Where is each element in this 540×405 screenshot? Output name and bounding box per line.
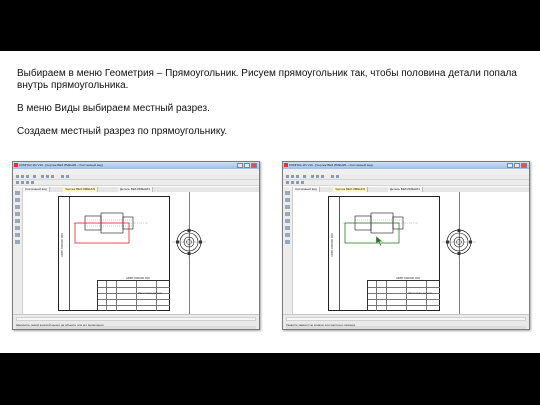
drawing-sheet: АБВГ.000000.000 АБВГ.000000.000 Заготовк… [328,196,440,311]
status-bar: Укажите замкнутую кривую для местного ра… [283,314,529,329]
minimize-icon[interactable] [237,163,243,168]
notation-tool-icon[interactable] [15,205,20,209]
instruction-paragraph-2: В меню Виды выбираем местный разрез. [17,103,210,114]
redo-icon[interactable] [336,175,339,178]
maximize-icon[interactable] [244,163,250,168]
edit-tool-icon[interactable] [285,212,290,216]
maximize-icon[interactable] [514,163,520,168]
undo-icon[interactable] [61,175,64,178]
window-title: КОМПАС-3D V10 - [Чертеж БЕЗ ИМЕНИ1 ->Сис… [289,163,373,167]
geometry-tool-icon[interactable] [285,191,290,195]
drawing-workspace[interactable]: АБВГ.000000.000 АБВГ.000000.000 Заготовк… [23,192,259,314]
instruction-paragraph-3: Создаем местный разрез по прямоугольнику… [17,126,228,137]
part-side-view [172,225,206,259]
sheet-margin-column: АБВГ.000000.000 [59,197,70,310]
taskbar [286,326,526,329]
drawing-code-label: АБВГ.000000.000 [396,276,420,280]
arrow-cursor-icon [375,235,383,247]
print-icon[interactable] [303,175,306,178]
paste-icon[interactable] [321,175,324,178]
views-tool-icon[interactable] [15,240,20,244]
minimize-icon[interactable] [507,163,513,168]
app-icon [14,163,18,167]
select-tool-icon[interactable] [285,233,290,237]
views-tool-icon[interactable] [285,240,290,244]
cut-icon[interactable] [311,175,314,178]
properties-panel [286,317,526,321]
part-name-label: Заготовка детали [408,291,433,295]
bottom-black-band [0,353,540,405]
toolbar-view [283,180,529,186]
pan-icon[interactable] [296,181,299,184]
app-icon [284,163,288,167]
part-side-view [442,225,476,259]
instruction-paragraph-1: Выбираем в меню Геометрия – Прямоугольни… [17,68,517,91]
new-file-icon[interactable] [286,175,289,178]
zoom-in-icon[interactable] [286,181,289,184]
part-name-label: Заготовка детали [138,291,163,295]
measure-tool-icon[interactable] [285,226,290,230]
part-front-view [343,212,419,247]
properties-panel [16,317,256,321]
dimensions-tool-icon[interactable] [285,198,290,202]
notation-tool-icon[interactable] [285,205,290,209]
new-file-icon[interactable] [16,175,19,178]
zoom-out-icon[interactable] [21,181,24,184]
parametrization-tool-icon[interactable] [15,219,20,223]
save-icon[interactable] [26,175,29,178]
toolbar-view [13,180,259,186]
copy-icon[interactable] [316,175,319,178]
drawing-workspace[interactable]: АБВГ.000000.000 АБВГ.000000.000 Заготовк… [293,192,529,314]
margin-label: АБВГ.000000.000 [330,233,334,257]
slide: Выбираем в меню Геометрия – Прямоугольни… [0,51,540,353]
drawing-sheet: АБВГ.000000.000 АБВГ.000000.000 Заготовк… [58,196,170,311]
window-titlebar: КОМПАС-3D V10 - [Чертеж БЕЗ ИМЕНИ1 ->Сис… [13,162,259,169]
select-tool-icon[interactable] [15,233,20,237]
zoom-in-icon[interactable] [16,181,19,184]
geometry-tool-icon[interactable] [15,191,20,195]
open-icon[interactable] [21,175,24,178]
print-icon[interactable] [33,175,36,178]
copy-icon[interactable] [46,175,49,178]
close-icon[interactable] [521,163,527,168]
top-black-band [0,0,540,51]
compact-panel [283,187,293,314]
window-titlebar: КОМПАС-3D V10 - [Чертеж БЕЗ ИМЕНИ1 ->Сис… [283,162,529,169]
refresh-icon[interactable] [301,181,304,184]
open-icon[interactable] [291,175,294,178]
pan-icon[interactable] [26,181,29,184]
parametrization-tool-icon[interactable] [285,219,290,223]
taskbar [16,326,256,329]
undo-icon[interactable] [331,175,334,178]
margin-label: АБВГ.000000.000 [60,233,64,257]
zoom-out-icon[interactable] [291,181,294,184]
edit-tool-icon[interactable] [15,212,20,216]
screenshot-rectangle-step: КОМПАС-3D V10 - [Чертеж БЕЗ ИМЕНИ1 ->Сис… [12,161,260,330]
sheet-margin-column: АБВГ.000000.000 [329,197,340,310]
refresh-icon[interactable] [31,181,34,184]
title-block: АБВГ.000000.000 Заготовка детали [367,276,440,311]
close-icon[interactable] [251,163,257,168]
part-front-view [73,212,149,244]
window-title: КОМПАС-3D V10 - [Чертеж БЕЗ ИМЕНИ1 ->Сис… [19,163,103,167]
drawing-code-label: АБВГ.000000.000 [126,276,150,280]
cut-icon[interactable] [41,175,44,178]
status-bar: Щелкните левой кнопкой мыши на объекте д… [13,314,259,329]
title-block: АБВГ.000000.000 Заготовка детали [97,276,170,311]
dimensions-tool-icon[interactable] [15,198,20,202]
paste-icon[interactable] [51,175,54,178]
redo-icon[interactable] [66,175,69,178]
save-icon[interactable] [296,175,299,178]
measure-tool-icon[interactable] [15,226,20,230]
compact-panel [13,187,23,314]
screenshot-local-section-step: КОМПАС-3D V10 - [Чертеж БЕЗ ИМЕНИ1 ->Сис… [282,161,530,330]
